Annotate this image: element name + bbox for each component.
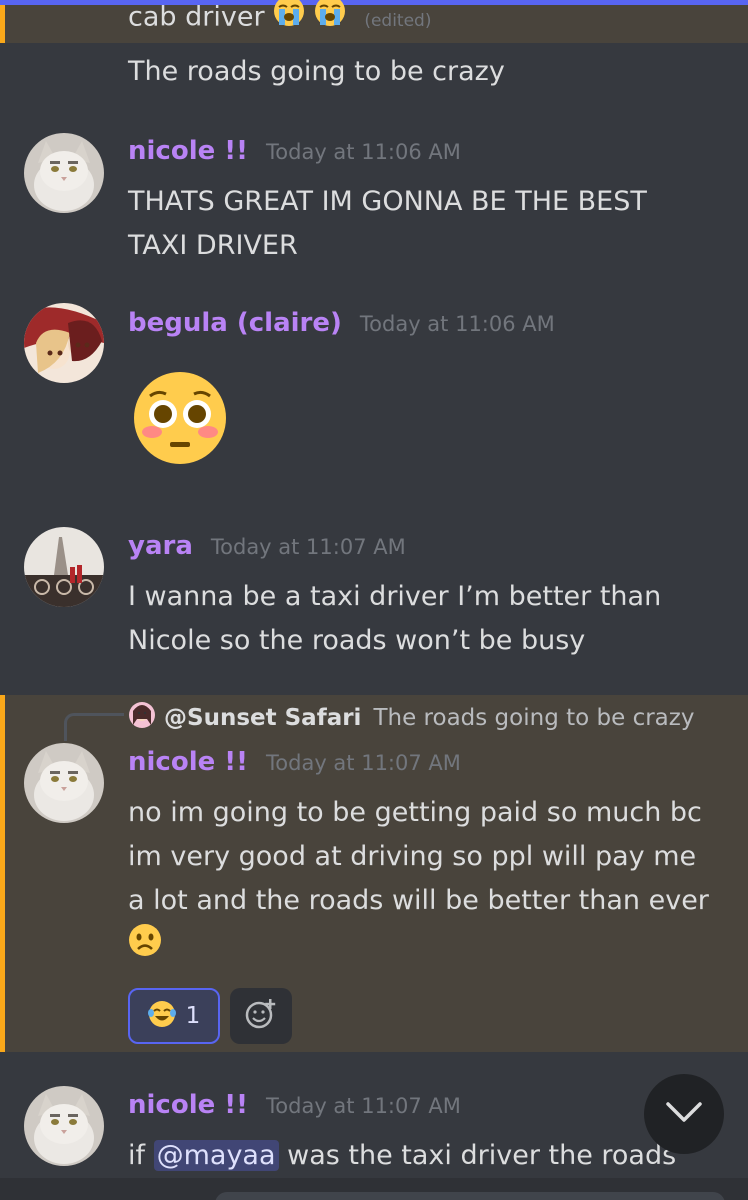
timestamp: Today at 11:07 AM: [210, 535, 406, 559]
reply-text: The roads going to be crazy: [373, 705, 695, 731]
timestamp: Today at 11:06 AM: [266, 140, 461, 164]
edited-label: (edited): [364, 10, 432, 31]
avatar-cat[interactable]: [24, 743, 104, 823]
message-group: begula (claire) Today at 11:06 AM: [0, 302, 748, 482]
timestamp: Today at 11:07 AM: [266, 751, 461, 775]
message-line: TAXI DRIVER: [128, 230, 298, 261]
message-group: nicole !! Today at 11:06 AM THATS GREAT …: [0, 130, 748, 290]
username[interactable]: nicole !!: [128, 747, 248, 777]
message-text: was the taxi driver the roads: [287, 1140, 677, 1171]
message-line: I wanna be a taxi driver I’m better than: [128, 581, 662, 612]
reaction-bar: 1: [128, 988, 292, 1044]
username[interactable]: nicole !!: [128, 136, 248, 166]
message-line: no im going to be getting paid so much b…: [128, 797, 702, 828]
add-emoji-icon: [244, 997, 278, 1035]
reaction-count: 1: [185, 1003, 201, 1029]
username[interactable]: yara: [128, 531, 193, 561]
avatar-anime[interactable]: [24, 303, 104, 383]
jump-to-bottom-button[interactable]: [644, 1074, 724, 1154]
message-text: cab driver (edited): [128, 0, 724, 43]
message-composer-area: [0, 1178, 748, 1200]
reaction-joy[interactable]: 1: [128, 988, 220, 1044]
timestamp: Today at 11:07 AM: [266, 1094, 461, 1118]
message-line: im very good at driving so ppl will pay …: [128, 841, 697, 872]
user-mention[interactable]: @mayaa: [153, 1140, 279, 1171]
chevron-down-icon: [664, 1100, 704, 1128]
avatar-cat[interactable]: [24, 1086, 104, 1166]
message-group: nicole !! Today at 11:07 AM if @mayaa wa…: [0, 1086, 748, 1186]
username[interactable]: nicole !!: [128, 1090, 248, 1120]
message-line: Nicole so the roads won’t be busy: [128, 625, 586, 656]
message-group: nicole !! Today at 11:07 AM no im going …: [0, 742, 748, 992]
message-group: yara Today at 11:07 AM I wanna be a taxi…: [0, 525, 748, 685]
message-text: if: [128, 1140, 146, 1171]
message-line: [128, 923, 724, 973]
message-input[interactable]: [215, 1192, 725, 1200]
message-line: cab driver: [128, 1, 265, 33]
timestamp: Today at 11:06 AM: [359, 312, 555, 336]
joy-face-icon: [147, 1000, 176, 1032]
message-line: The roads going to be crazy: [128, 56, 505, 87]
reply-avatar: [128, 701, 156, 735]
reply-author[interactable]: @Sunset Safari: [164, 705, 361, 731]
username[interactable]: begula (claire): [128, 308, 342, 338]
reply-connector: [64, 713, 124, 741]
avatar-cat[interactable]: [24, 133, 104, 213]
avatar-paris[interactable]: [24, 527, 104, 607]
continued-message[interactable]: cab driver (edited): [128, 0, 724, 43]
reply-preview[interactable]: @Sunset Safari The roads going to be cra…: [128, 700, 694, 736]
loudly-crying-emoji: [314, 0, 346, 41]
add-reaction-button[interactable]: [230, 988, 292, 1044]
frowning-face-emoji: [128, 923, 162, 971]
message-line: a lot and the roads will be better than …: [128, 885, 709, 916]
continued-message-line[interactable]: The roads going to be crazy: [128, 50, 724, 94]
flushed-face-emoji: [132, 370, 228, 470]
message-line: if @mayaa was the taxi driver the roads: [128, 1134, 724, 1178]
message-line: THATS GREAT IM GONNA BE THE BEST: [128, 186, 647, 217]
loudly-crying-emoji: [273, 0, 305, 41]
